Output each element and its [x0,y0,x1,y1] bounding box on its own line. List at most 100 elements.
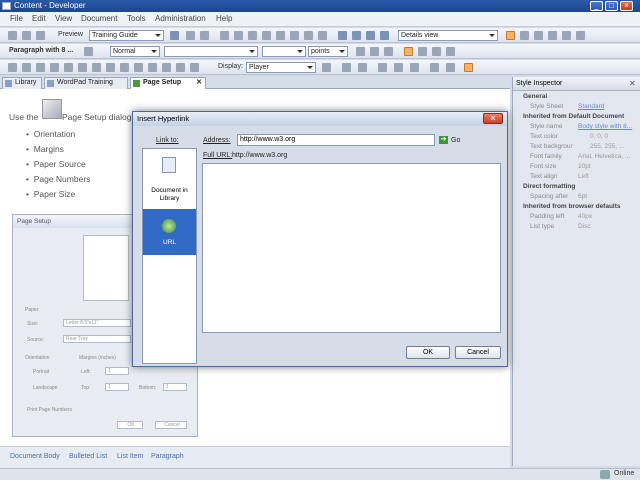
close-button[interactable]: × [620,1,633,11]
link-icon[interactable] [262,31,271,40]
go-arrow-icon[interactable]: ➔ [439,136,448,144]
style-name-link[interactable]: Body style with 8... [578,123,632,130]
style-icon[interactable] [84,47,93,56]
numbering-icon[interactable] [464,63,473,72]
split-icon[interactable] [534,31,543,40]
crumb-document-body[interactable]: Document Body [10,453,60,460]
undo-icon[interactable] [186,31,195,40]
maximize-button[interactable]: □ [605,1,618,11]
option-document-in-library[interactable]: Document in Library [143,149,196,205]
merge-icon[interactable] [106,63,115,72]
subscript-icon[interactable] [378,63,387,72]
erase-icon[interactable] [430,63,439,72]
panel-icon[interactable] [548,31,557,40]
row-icon[interactable] [78,63,87,72]
shading-icon[interactable] [148,63,157,72]
tag-icon[interactable] [352,31,361,40]
page-setup-image-icon [42,99,62,119]
display-select[interactable]: Player [246,62,316,73]
ok-button[interactable]: OK [406,346,450,359]
section-direct-formatting[interactable]: Direct formatting [523,183,575,190]
menu-tools[interactable]: Tools [127,14,146,23]
anchor-icon[interactable] [190,63,199,72]
menu-help[interactable]: Help [216,14,232,23]
media-icon[interactable] [322,63,331,72]
table-insert-icon[interactable] [64,63,73,72]
save-icon[interactable] [22,31,31,40]
list-icon[interactable] [36,63,45,72]
size-select[interactable] [262,46,306,57]
address-input[interactable]: http://www.w3.org [237,134,435,146]
indent-icon[interactable] [8,63,17,72]
menu-file[interactable]: File [10,14,23,23]
align-left-icon[interactable] [404,47,413,56]
image-icon[interactable] [304,31,313,40]
superscript-icon[interactable] [394,63,403,72]
section-inherited-browser[interactable]: Inherited from browser defaults [523,203,621,210]
symbol-icon[interactable] [162,63,171,72]
template-select[interactable]: Training Guide [89,30,164,41]
font-color-icon[interactable] [358,63,367,72]
redo-icon[interactable] [200,31,209,40]
align-right-icon[interactable] [432,47,441,56]
option-url[interactable]: URL [143,209,196,255]
minimize-button[interactable]: _ [590,1,603,11]
menu-edit[interactable]: Edit [32,14,46,23]
font-select[interactable] [164,46,258,57]
border-icon[interactable] [134,63,143,72]
tab-wordpad-training[interactable]: WordPad Training [44,77,128,89]
column-icon[interactable] [92,63,101,72]
go-button[interactable]: Go [451,137,460,144]
close-tab-icon[interactable]: ✕ [196,78,202,88]
tab-page-setup[interactable]: Page Setup ✕ [130,77,206,89]
menu-view[interactable]: View [55,14,72,23]
style-sheet-link[interactable]: Standard [578,103,604,110]
bullets-icon[interactable] [446,63,455,72]
paste-icon[interactable] [248,31,257,40]
italic-icon[interactable] [370,47,379,56]
menu-administration[interactable]: Administration [155,14,206,23]
sync-icon[interactable] [562,31,571,40]
section-inherited-default[interactable]: Inherited from Default Document [523,113,624,120]
crumb-paragraph[interactable]: Paragraph [151,453,184,460]
cancel-image-button: Cancel [155,421,187,429]
outdent-icon[interactable] [22,63,31,72]
menu-document[interactable]: Document [81,14,117,23]
unit-select[interactable]: points [308,46,348,57]
bold-icon[interactable] [356,47,365,56]
bottom-label: Bottom: [139,385,157,391]
list-item-text: Orientation [33,129,76,139]
cancel-button[interactable]: Cancel [455,346,501,359]
close-panel-icon[interactable]: ✕ [629,79,636,88]
delete-icon[interactable] [234,31,243,40]
style-select[interactable]: Normal [110,46,160,57]
new-icon[interactable] [8,31,17,40]
view-select[interactable]: Details view [398,30,498,41]
highlight-icon[interactable] [342,63,351,72]
spell-icon[interactable] [410,63,419,72]
tab-library[interactable]: Library [2,77,42,89]
split-cell-icon[interactable] [120,63,129,72]
lock-icon[interactable] [366,31,375,40]
hr-icon[interactable] [176,63,185,72]
copy-icon[interactable] [220,31,229,40]
print-icon[interactable] [36,31,45,40]
workflow-icon[interactable] [338,31,347,40]
refresh-icon[interactable] [380,31,389,40]
check-icon[interactable] [318,31,327,40]
underline-icon[interactable] [384,47,393,56]
find-icon[interactable] [276,31,285,40]
document-icon[interactable] [170,31,179,40]
align-center-icon[interactable] [418,47,427,56]
preview-button[interactable]: Preview [58,31,83,38]
numbered-list-icon[interactable] [50,63,59,72]
settings-icon[interactable] [576,31,585,40]
layout-icon[interactable] [506,31,515,40]
section-general[interactable]: General [523,93,547,100]
crumb-list-item[interactable]: List Item [117,453,143,460]
crumb-bulleted-list[interactable]: Bulleted List [69,453,107,460]
dialog-close-button[interactable]: ✕ [483,113,503,124]
justify-icon[interactable] [446,47,455,56]
table-icon[interactable] [290,31,299,40]
grid-icon[interactable] [520,31,529,40]
